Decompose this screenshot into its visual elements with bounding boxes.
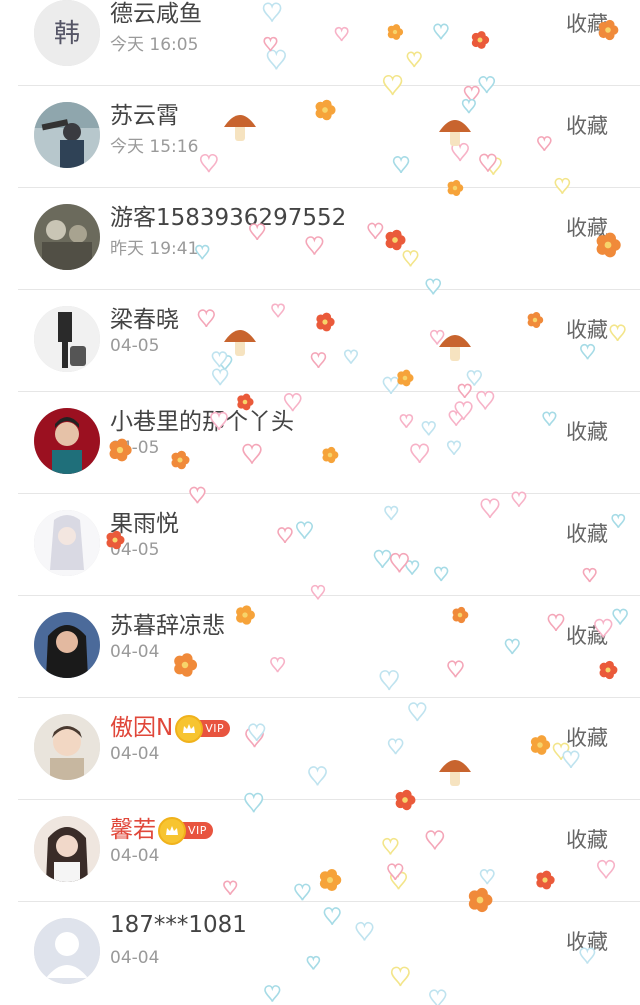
visit-time: 今天 16:05 — [110, 35, 199, 55]
user-name: 187***1081 — [110, 912, 247, 938]
list-item[interactable]: 韩 德云咸鱼 今天 16:05 收藏 — [0, 0, 640, 86]
favorite-button[interactable]: 收藏 — [566, 110, 608, 140]
visit-time: 04-04 — [110, 948, 160, 968]
list-item[interactable]: 苏云霄 今天 15:16 收藏 — [0, 86, 640, 188]
user-name: 苏云霄 — [110, 103, 179, 129]
visit-time: 04-04 — [110, 642, 160, 662]
favorite-button[interactable]: 收藏 — [566, 212, 608, 242]
favorite-button[interactable]: 收藏 — [566, 620, 608, 650]
favorite-button[interactable]: 收藏 — [566, 722, 608, 752]
favorite-button[interactable]: 收藏 — [566, 416, 608, 446]
user-avatar[interactable] — [34, 204, 100, 270]
user-name: 馨若 — [110, 817, 156, 843]
favorite-button[interactable]: 收藏 — [566, 8, 608, 38]
user-avatar[interactable] — [34, 510, 100, 576]
user-name: 游客1583936297552 — [110, 205, 347, 231]
list-item[interactable]: 小巷里的那个丫头 04-05 收藏 — [0, 392, 640, 494]
list-item[interactable]: 游客1583936297552 昨天 19:41 收藏 — [0, 188, 640, 290]
user-name: 傲因N — [110, 715, 174, 741]
list-item[interactable]: 馨若 VIP 04-04 收藏 — [0, 800, 640, 902]
user-avatar[interactable] — [34, 102, 100, 168]
user-name: 苏暮辞凉悲 — [110, 613, 225, 639]
user-name: 梁春晓 — [110, 307, 179, 333]
visit-time: 04-05 — [110, 540, 160, 560]
svg-text:韩: 韩 — [54, 19, 80, 49]
visit-time: 04-05 — [110, 336, 160, 356]
vip-badge: VIP — [158, 816, 213, 845]
vip-badge: VIP — [175, 714, 231, 743]
user-avatar[interactable] — [34, 408, 100, 474]
favorite-button[interactable]: 收藏 — [566, 518, 608, 548]
list-item[interactable]: 苏暮辞凉悲 04-04 收藏 — [0, 596, 640, 698]
visit-time: 04-04 — [110, 846, 160, 866]
user-name: 果雨悦 — [110, 511, 179, 537]
user-name: 德云咸鱼 — [110, 1, 202, 27]
visit-time: 04-04 — [110, 744, 160, 764]
user-avatar[interactable] — [34, 612, 100, 678]
user-name: 小巷里的那个丫头 — [110, 409, 294, 435]
list-item[interactable]: 傲因N VIP 04-04 收藏 — [0, 698, 640, 800]
crown-icon — [175, 714, 204, 743]
visit-time: 今天 15:16 — [110, 137, 199, 157]
user-avatar[interactable] — [34, 918, 100, 984]
visit-time: 昨天 19:41 — [110, 239, 199, 259]
user-name-vip: 傲因N VIP — [110, 708, 231, 743]
favorite-button[interactable]: 收藏 — [566, 926, 608, 956]
user-avatar[interactable]: 韩 — [34, 0, 100, 66]
favorite-button[interactable]: 收藏 — [566, 824, 608, 854]
list-item[interactable]: 果雨悦 04-05 收藏 — [0, 494, 640, 596]
list-item[interactable]: 187***1081 04-04 收藏 — [0, 902, 640, 1004]
favorite-button[interactable]: 收藏 — [566, 314, 608, 344]
user-name-vip: 馨若 VIP — [110, 810, 213, 845]
user-avatar[interactable] — [34, 306, 100, 372]
user-avatar[interactable] — [34, 816, 100, 882]
visit-time: 04-05 — [110, 438, 160, 458]
user-avatar[interactable] — [34, 714, 100, 780]
list-item[interactable]: 梁春晓 04-05 收藏 — [0, 290, 640, 392]
crown-icon — [158, 816, 186, 845]
